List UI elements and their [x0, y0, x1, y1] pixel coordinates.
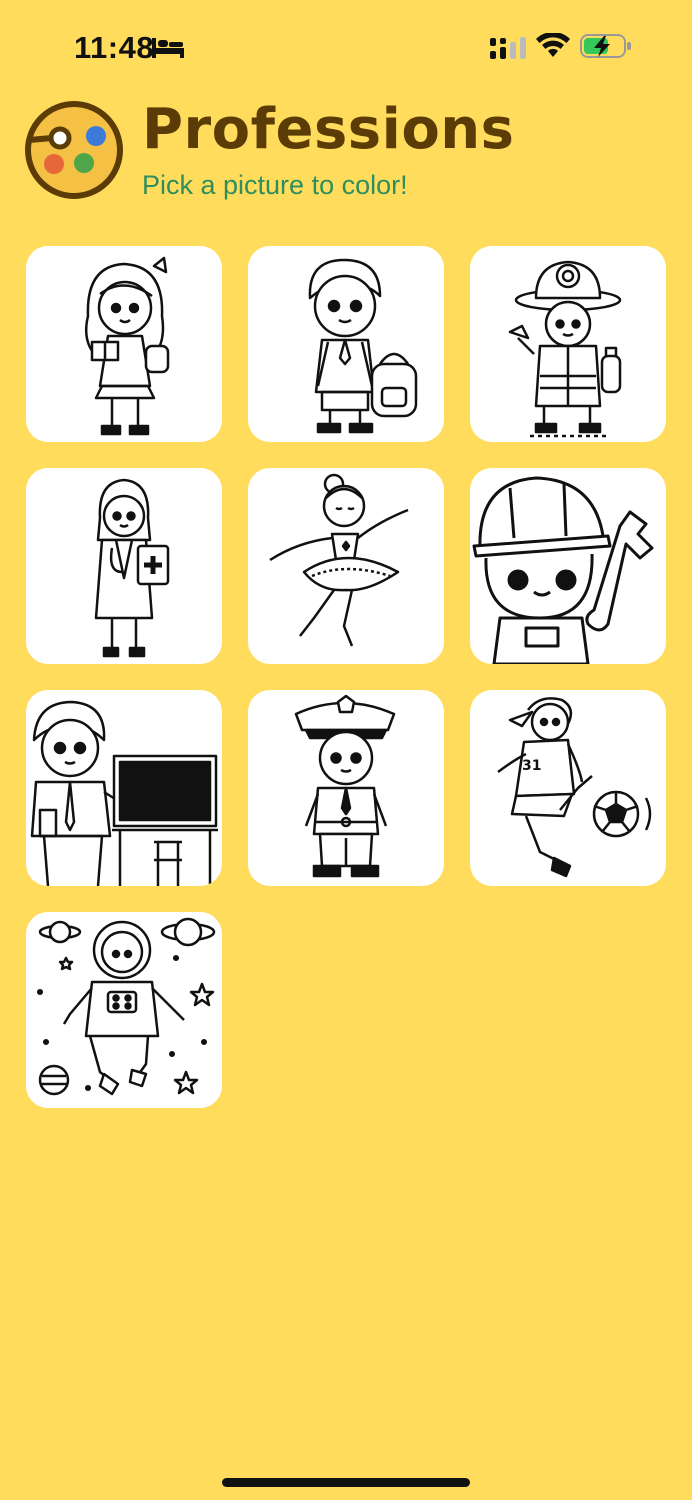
picture-tile-soccer-player[interactable]: 31 [470, 690, 666, 886]
picture-tile-doctor[interactable] [26, 468, 222, 664]
astronaut-illustration [36, 917, 216, 1096]
status-bar: 11:48 [0, 0, 692, 92]
picture-tile-schoolboy[interactable] [248, 246, 444, 442]
picture-tile-police-officer[interactable] [248, 690, 444, 886]
wifi-icon [536, 33, 570, 57]
home-indicator[interactable] [222, 1478, 470, 1487]
doctor-illustration [94, 478, 170, 658]
page-title: Professions [142, 97, 515, 162]
svg-text:31: 31 [522, 758, 541, 774]
mechanic-illustration [472, 476, 654, 664]
teacher-illustration [30, 700, 218, 886]
picture-tile-mechanic[interactable] [470, 468, 666, 664]
battery-charging-icon [580, 34, 631, 58]
soccer-player-illustration: 31 [497, 697, 652, 878]
status-time: 11:48 [74, 30, 155, 65]
header: Professions Pick a picture to color! [24, 100, 664, 210]
picture-tile-ballerina[interactable] [248, 468, 444, 664]
paint-palette-icon [25, 101, 123, 199]
firefighter-illustration [508, 260, 622, 438]
picture-tile-teacher[interactable] [26, 690, 222, 886]
picture-tile-schoolgirl[interactable] [26, 246, 222, 442]
police-officer-illustration [294, 694, 396, 878]
picture-tile-astronaut[interactable] [26, 912, 222, 1108]
cellular-signal-icon [490, 37, 526, 59]
schoolboy-illustration [308, 258, 418, 434]
schoolgirl-illustration [85, 256, 170, 436]
page-subtitle: Pick a picture to color! [142, 170, 408, 200]
ballerina-illustration [269, 473, 409, 647]
picture-tile-firefighter[interactable] [470, 246, 666, 442]
bed-icon [152, 38, 184, 58]
picture-grid: 31 [26, 246, 666, 1108]
